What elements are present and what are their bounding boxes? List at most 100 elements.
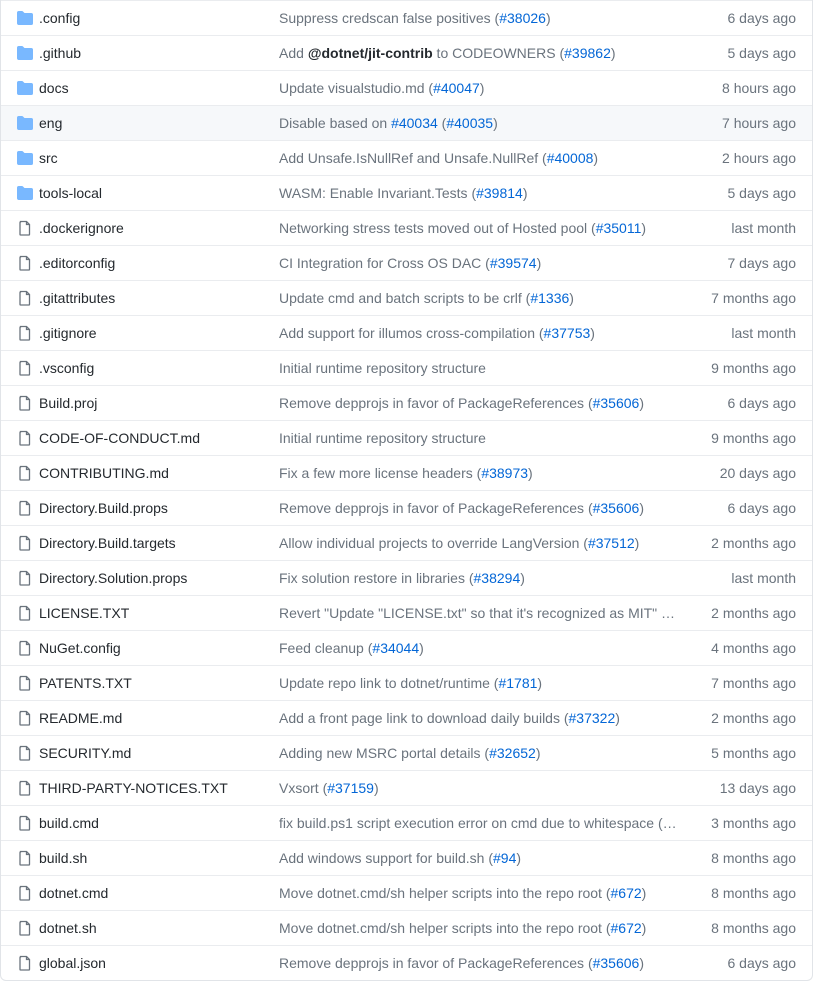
commit-message-link[interactable]: Move dotnet.cmd/sh helper scripts into t… (279, 920, 646, 936)
file-link[interactable]: .config (39, 10, 80, 26)
commit-message-link[interactable]: Adding new MSRC portal details (#32652) (279, 745, 541, 761)
file-link[interactable]: .gitattributes (39, 290, 115, 306)
issue-link[interactable]: #39862 (564, 45, 611, 61)
file-icon (17, 500, 33, 516)
file-link[interactable]: .github (39, 45, 81, 61)
file-name-cell: .editorconfig (39, 255, 279, 271)
commit-message-link[interactable]: Networking stress tests moved out of Hos… (279, 220, 646, 236)
file-link[interactable]: .editorconfig (39, 255, 115, 271)
file-link[interactable]: eng (39, 115, 62, 131)
file-link[interactable]: .dockerignore (39, 220, 124, 236)
file-link[interactable]: LICENSE.TXT (39, 605, 129, 621)
commit-message-link[interactable]: Update repo link to dotnet/runtime (#178… (279, 675, 542, 691)
folder-icon-wrap (17, 115, 39, 131)
issue-link[interactable]: #672 (611, 920, 642, 936)
issue-link[interactable]: #40035 (446, 115, 493, 131)
file-link[interactable]: SECURITY.md (39, 745, 131, 761)
commit-message-link[interactable]: Fix solution restore in libraries (#3829… (279, 570, 525, 586)
table-row: .dockerignore Networking stress tests mov… (1, 210, 812, 245)
table-row: .github Add @dotnet/jit-contrib to CODEOW… (1, 35, 812, 70)
issue-link[interactable]: #1336 (530, 290, 569, 306)
commit-message-link[interactable]: Allow individual projects to override La… (279, 535, 639, 551)
file-icon-wrap (17, 395, 39, 411)
file-link[interactable]: Directory.Solution.props (39, 570, 187, 586)
file-icon (17, 255, 33, 271)
commit-message-link[interactable]: Remove depprojs in favor of PackageRefer… (279, 955, 644, 971)
file-link[interactable]: tools-local (39, 185, 102, 201)
issue-link[interactable]: #94 (493, 850, 516, 866)
commit-message-link[interactable]: Feed cleanup (#34044) (279, 640, 424, 656)
issue-link[interactable]: #35606 (593, 955, 640, 971)
file-link[interactable]: build.cmd (39, 815, 99, 831)
file-link[interactable]: build.sh (39, 850, 87, 866)
table-row: .gitattributes Update cmd and batch scrip… (1, 280, 812, 315)
commit-message-link[interactable]: Revert "Update "LICENSE.txt" so that it'… (279, 605, 686, 621)
file-icon-wrap (17, 745, 39, 761)
issue-link[interactable]: #37512 (588, 535, 635, 551)
commit-message-link[interactable]: Remove depprojs in favor of PackageRefer… (279, 500, 644, 516)
commit-message-link[interactable]: Vxsort (#37159) (279, 780, 379, 796)
file-icon-wrap (17, 570, 39, 586)
issue-link[interactable]: #40047 (433, 80, 480, 96)
issue-link[interactable]: #39574 (490, 255, 537, 271)
issue-link[interactable]: #35554 (663, 815, 686, 831)
table-row: .vsconfig Initial runtime repository stru… (1, 350, 812, 385)
issue-link[interactable]: #37626 (666, 605, 686, 621)
file-link[interactable]: PATENTS.TXT (39, 675, 132, 691)
commit-message-link[interactable]: Add a front page link to download daily … (279, 710, 620, 726)
file-link[interactable]: CODE-OF-CONDUCT.md (39, 430, 200, 446)
file-link[interactable]: NuGet.config (39, 640, 121, 656)
commit-message-link[interactable]: fix build.ps1 script execution error on … (279, 815, 686, 831)
commit-message-link[interactable]: Initial runtime repository structure (279, 430, 486, 446)
file-link[interactable]: Directory.Build.targets (39, 535, 176, 551)
commit-message-link[interactable]: Update cmd and batch scripts to be crlf … (279, 290, 574, 306)
file-link[interactable]: .vsconfig (39, 360, 94, 376)
issue-link[interactable]: #1781 (498, 675, 537, 691)
file-link[interactable]: THIRD-PARTY-NOTICES.TXT (39, 780, 228, 796)
issue-link[interactable]: #35606 (593, 395, 640, 411)
issue-link[interactable]: #37322 (569, 710, 616, 726)
commit-message-link[interactable]: Move dotnet.cmd/sh helper scripts into t… (279, 885, 646, 901)
commit-message-cell: Remove depprojs in favor of PackageRefer… (279, 395, 686, 411)
issue-link[interactable]: #37753 (544, 325, 591, 341)
issue-link[interactable]: #672 (611, 885, 642, 901)
commit-message-link[interactable]: WASM: Enable Invariant.Tests (#39814) (279, 185, 528, 201)
issue-link[interactable]: #39814 (476, 185, 523, 201)
issue-link[interactable]: #40034 (391, 115, 438, 131)
issue-link[interactable]: #37159 (327, 780, 374, 796)
commit-message-link[interactable]: Add support for illumos cross-compilatio… (279, 325, 595, 341)
commit-message-link[interactable]: Suppress credscan false positives (#3802… (279, 10, 551, 26)
issue-link[interactable]: #38026 (499, 10, 546, 26)
issue-link[interactable]: #34044 (372, 640, 419, 656)
issue-link[interactable]: #40008 (547, 150, 594, 166)
file-name-cell: THIRD-PARTY-NOTICES.TXT (39, 780, 279, 796)
file-link[interactable]: Directory.Build.props (39, 500, 168, 516)
commit-message-link[interactable]: Remove depprojs in favor of PackageRefer… (279, 395, 644, 411)
file-link[interactable]: Build.proj (39, 395, 97, 411)
commit-message-link[interactable]: Fix a few more license headers (#38973) (279, 465, 533, 481)
file-icon-wrap (17, 605, 39, 621)
commit-message-link[interactable]: Initial runtime repository structure (279, 360, 486, 376)
commit-message-link[interactable]: Add windows support for build.sh (#94) (279, 850, 521, 866)
commit-message-link[interactable]: Add @dotnet/jit-contrib to CODEOWNERS (#… (279, 45, 616, 61)
commit-message-link[interactable]: Disable based on #40034 (#40035) (279, 115, 498, 131)
issue-link[interactable]: #38973 (481, 465, 528, 481)
file-icon-wrap (17, 290, 39, 306)
issue-link[interactable]: #32652 (489, 745, 536, 761)
file-icon (17, 535, 33, 551)
commit-message-link[interactable]: CI Integration for Cross OS DAC (#39574) (279, 255, 541, 271)
issue-link[interactable]: #35011 (596, 220, 642, 236)
issue-link[interactable]: #38294 (474, 570, 521, 586)
file-link[interactable]: CONTRIBUTING.md (39, 465, 169, 481)
issue-link[interactable]: #35606 (593, 500, 640, 516)
commit-message-link[interactable]: Update visualstudio.md (#40047) (279, 80, 484, 96)
file-link[interactable]: src (39, 150, 58, 166)
file-link[interactable]: README.md (39, 710, 122, 726)
commit-message-link[interactable]: Add Unsafe.IsNullRef and Unsafe.NullRef … (279, 150, 598, 166)
file-link[interactable]: dotnet.cmd (39, 885, 108, 901)
file-link[interactable]: dotnet.sh (39, 920, 97, 936)
file-link[interactable]: docs (39, 80, 69, 96)
file-name-cell: docs (39, 80, 279, 96)
file-link[interactable]: .gitignore (39, 325, 97, 341)
file-link[interactable]: global.json (39, 955, 106, 971)
